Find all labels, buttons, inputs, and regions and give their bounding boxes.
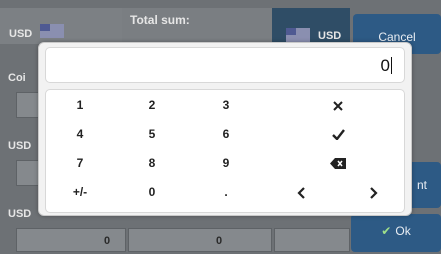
backspace-icon [330,158,346,170]
backspace-key[interactable] [308,150,368,176]
cursor-left-key[interactable] [271,179,331,205]
row-cell-1 [16,160,40,186]
keypad-grid: 1 2 3 4 5 6 7 8 9 +/- 0 . [45,89,405,213]
amount-cell-2 [128,228,272,252]
currency-code-left: USD [9,28,33,40]
key-7[interactable]: 7 [50,150,110,176]
confirm-key[interactable] [308,121,368,147]
amount-value-1: 0 [104,235,111,247]
key-4[interactable]: 4 [50,121,110,147]
keypad-display[interactable]: 0 [45,47,405,83]
text-caret [391,57,392,74]
us-flag-icon [286,28,310,42]
chevron-right-icon [370,187,378,199]
decimal-point-key[interactable]: . [196,179,256,205]
check-icon: ✔ [381,224,392,238]
close-key[interactable] [308,92,368,118]
total-sum-label: Total sum: [130,13,190,27]
display-value-text: 0 [381,56,392,76]
key-5[interactable]: 5 [122,121,182,147]
key-2[interactable]: 2 [122,92,182,118]
chevron-left-icon [297,187,305,199]
display-value: 0 [380,56,390,75]
coins-cell [16,92,40,118]
key-6[interactable]: 6 [196,121,256,147]
ok-button: ✔ Ok [351,214,441,252]
currency-code-right: USD [318,30,342,42]
amount-value-2: 0 [216,235,223,247]
row-currency-label-2: USD [8,208,32,220]
amount-cell-3 [274,228,350,252]
key-3[interactable]: 3 [196,92,256,118]
key-8[interactable]: 8 [122,150,182,176]
plus-minus-key[interactable]: +/- [50,179,110,205]
close-icon [333,101,343,111]
coins-label: Coi [8,72,26,84]
key-0[interactable]: 0 [122,179,182,205]
key-1[interactable]: 1 [50,92,110,118]
check-icon [331,129,345,142]
cursor-right-key[interactable] [344,179,404,205]
us-flag-icon [40,24,64,38]
numeric-keypad-dialog: 0 1 2 3 4 5 6 7 8 9 +/- 0 . [38,42,412,216]
key-9[interactable]: 9 [196,150,256,176]
ok-label: Ok [395,224,411,238]
row-currency-label-1: USD [8,140,32,152]
